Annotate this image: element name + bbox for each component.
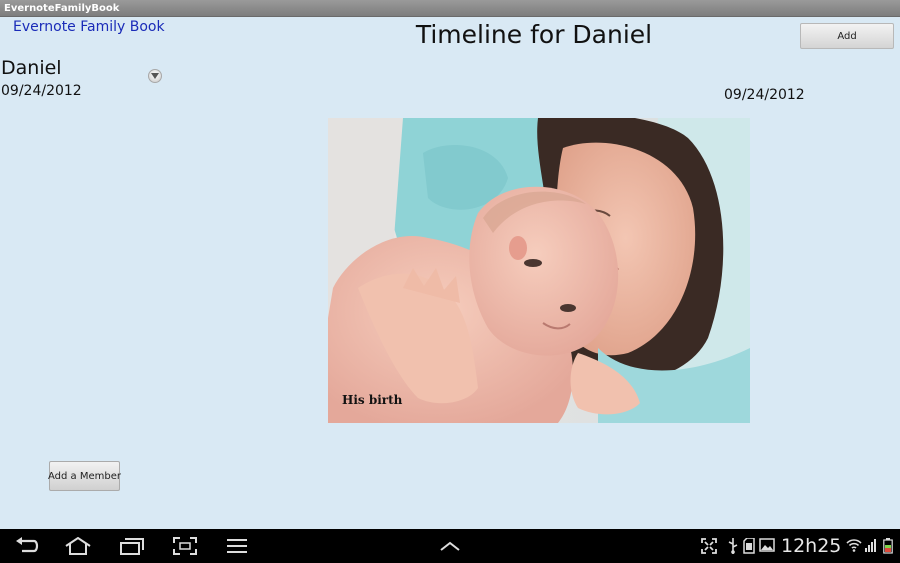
wifi-icon — [846, 538, 862, 552]
timeline-entry-photo[interactable]: His birth — [328, 118, 750, 423]
home-icon[interactable] — [63, 535, 93, 557]
window-title-bar: EvernoteFamilyBook — [0, 0, 900, 17]
window-title: EvernoteFamilyBook — [4, 3, 120, 14]
mother-baby-photo-image — [328, 118, 750, 423]
photo-caption: His birth — [342, 393, 403, 407]
timeline-entry-date: 09/24/2012 — [724, 87, 805, 103]
signal-icon — [865, 538, 877, 552]
member-dropdown-icon[interactable] — [148, 69, 162, 83]
menu-icon[interactable] — [222, 535, 252, 557]
sd-card-icon — [743, 538, 755, 554]
gallery-icon — [759, 538, 775, 552]
system-navigation-bar: 12h25 — [0, 529, 900, 563]
recent-apps-icon[interactable] — [117, 535, 147, 557]
add-button[interactable]: Add — [800, 23, 894, 49]
member-name[interactable]: Daniel — [1, 57, 62, 79]
screenshot-icon[interactable] — [170, 535, 200, 557]
fullscreen-icon — [701, 538, 717, 554]
status-clock: 12h25 — [781, 535, 842, 557]
add-member-button[interactable]: Add a Member — [48, 461, 121, 491]
battery-icon — [883, 538, 893, 554]
back-icon[interactable] — [12, 535, 42, 557]
chevron-up-icon[interactable] — [435, 535, 465, 557]
app-home-link[interactable]: Evernote Family Book — [13, 19, 165, 35]
usb-icon — [727, 538, 739, 554]
add-member-button-label: Add a Member — [48, 470, 121, 482]
add-button-label: Add — [837, 30, 857, 42]
member-date: 09/24/2012 — [1, 83, 82, 99]
